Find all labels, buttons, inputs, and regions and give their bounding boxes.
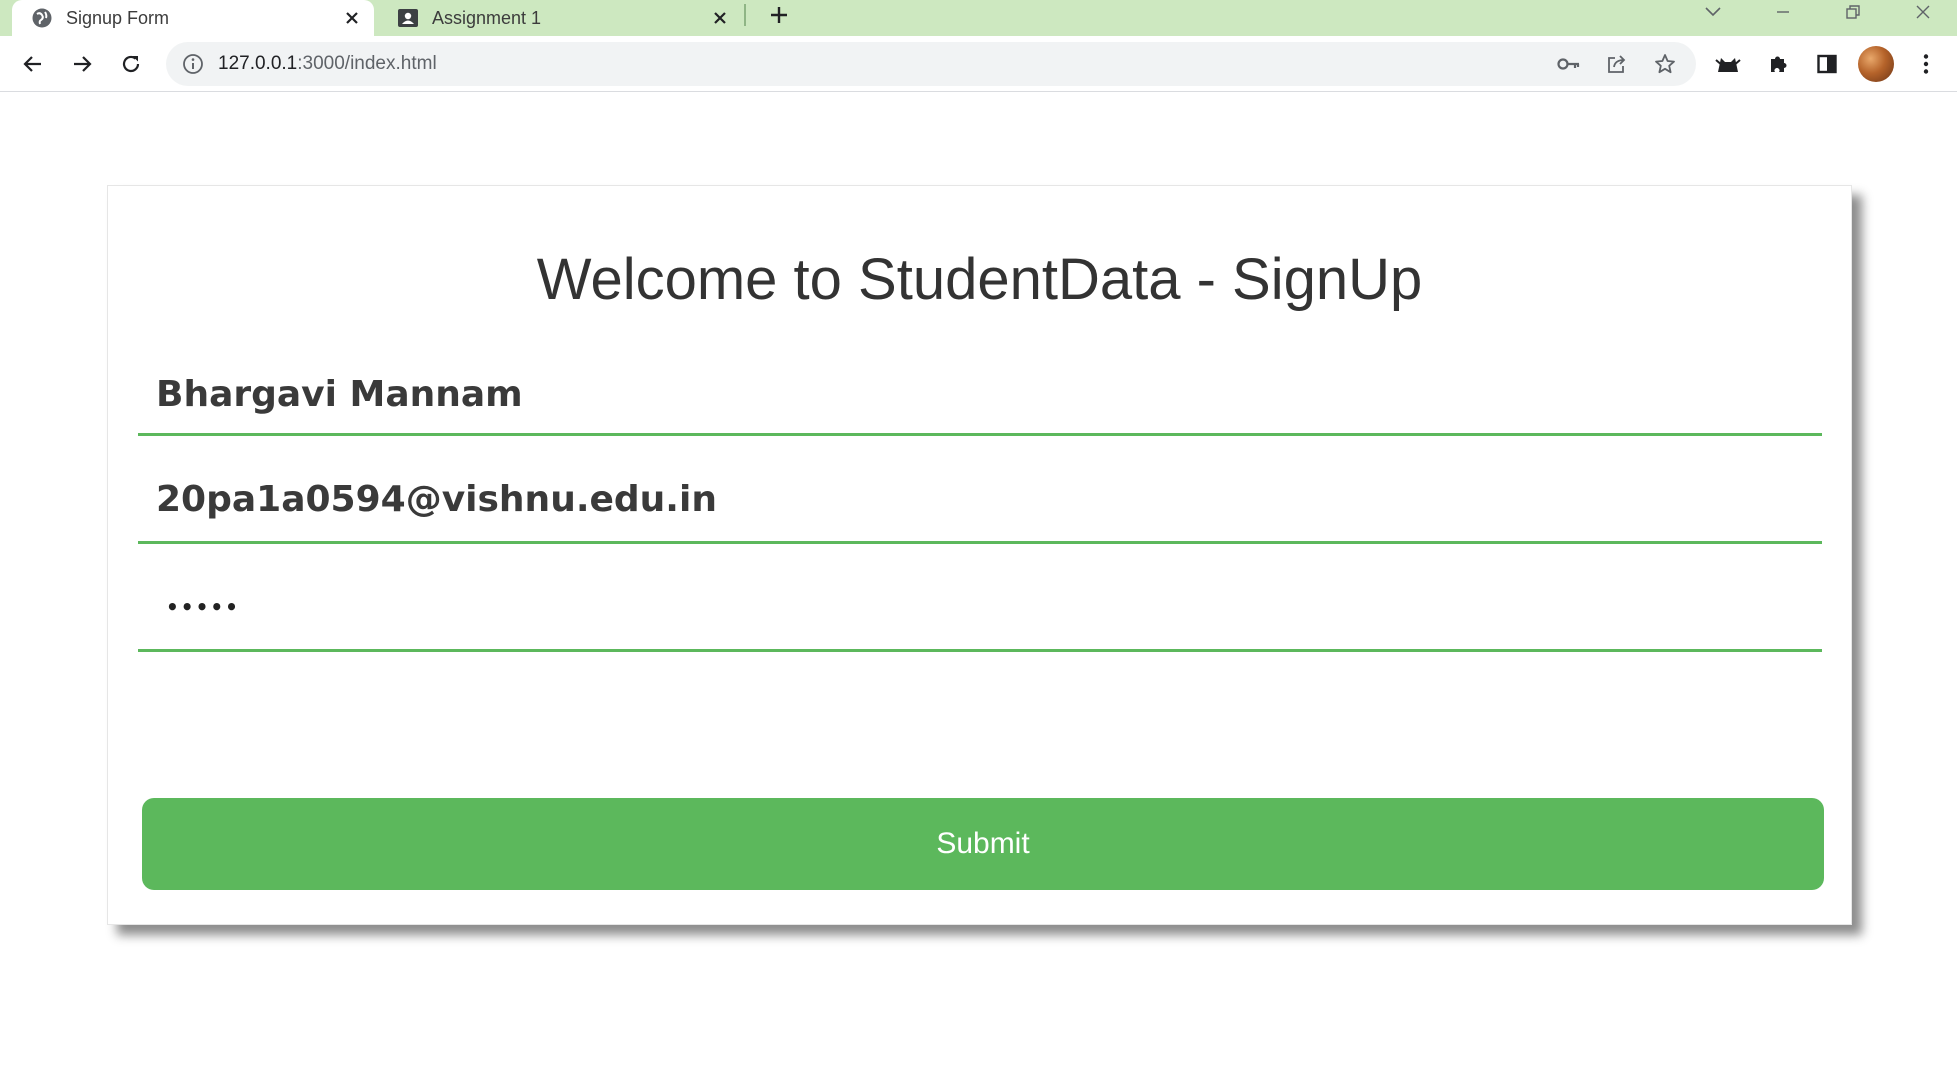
extensions-button[interactable] [1759,45,1797,83]
address-bar[interactable]: 127.0.0.1:3000/index.html [166,42,1696,86]
star-icon [1655,54,1675,74]
forward-button[interactable] [63,45,101,83]
extension-button[interactable] [1709,45,1747,83]
tab-title: Signup Form [66,7,170,28]
close-window-button[interactable] [1903,0,1943,24]
extension-cat-icon [1715,58,1741,72]
menu-button[interactable] [1907,45,1945,83]
tab-separator [744,4,746,26]
side-panel-button[interactable] [1808,45,1846,83]
tab-signup-form[interactable]: Signup Form [12,0,374,36]
minimize-button[interactable] [1763,0,1803,24]
key-icon [1557,58,1580,70]
back-button[interactable] [14,45,52,83]
restore-icon [1846,5,1860,19]
url-host: 127.0.0.1 [218,53,298,74]
kebab-menu-icon [1923,54,1929,74]
plus-icon [771,7,787,23]
side-panel-icon [1817,54,1837,74]
close-tab-icon[interactable] [706,4,734,32]
info-icon[interactable] [182,53,204,75]
password-input[interactable] [138,564,1822,649]
share-icon [1608,55,1626,73]
new-tab-button[interactable] [762,0,796,30]
contact-card-icon [396,6,420,30]
page-title: Welcome to StudentData - SignUp [536,247,1423,312]
arrow-right-icon [74,56,92,72]
bookmark-button[interactable] [1648,47,1682,81]
close-tab-icon[interactable] [338,4,366,32]
submit-button[interactable]: Submit [142,798,1824,890]
password-key-button[interactable] [1552,47,1586,81]
close-icon [1916,5,1930,19]
browser-toolbar: 127.0.0.1:3000/index.html [0,36,1957,92]
tab-search-button[interactable] [1693,0,1733,24]
minimize-icon [1777,11,1789,13]
reload-icon [122,55,140,73]
reload-button[interactable] [112,45,150,83]
name-input[interactable] [138,356,1822,433]
tab-title: Assignment 1 [432,7,542,28]
password-field[interactable] [138,564,1822,652]
profile-avatar[interactable] [1858,46,1894,82]
name-field[interactable] [138,356,1822,436]
signup-card: Welcome to StudentData - SignUp Submit [107,185,1852,925]
url-path: :3000/index.html [297,53,437,74]
tab-strip: Signup Form Assignment 1 [0,0,1957,36]
url-text[interactable]: 127.0.0.1:3000/index.html [218,42,437,86]
tab-assignment-1[interactable]: Assignment 1 [392,0,742,36]
email-field[interactable] [138,458,1822,544]
arrow-left-icon [23,56,41,72]
share-button[interactable] [1600,47,1634,81]
email-input[interactable] [138,458,1822,541]
puzzle-icon [1771,56,1787,72]
chevron-down-icon [1705,7,1721,17]
globe-icon [30,6,54,30]
restore-button[interactable] [1833,0,1873,24]
